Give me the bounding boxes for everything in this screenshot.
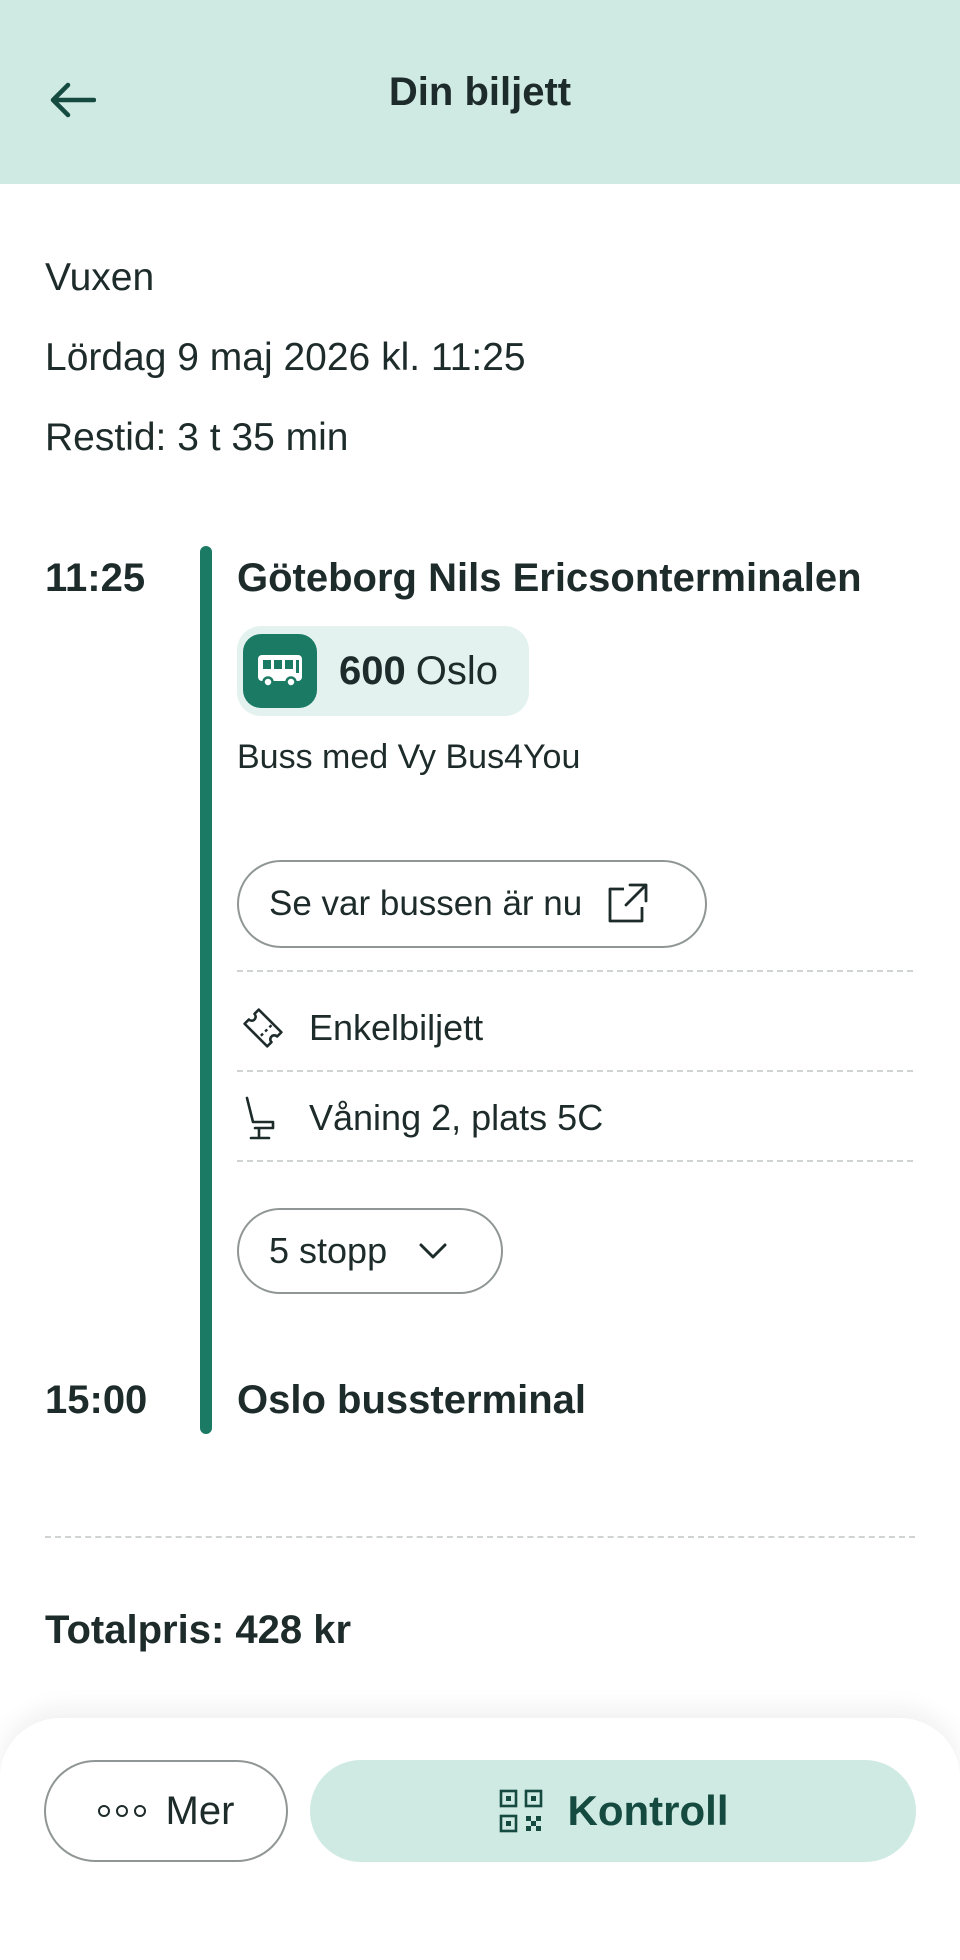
seat-row: Våning 2, plats 5C — [237, 1088, 603, 1148]
journey-timeline — [200, 546, 212, 1434]
ticket-type-row: Enkelbiljett — [237, 998, 483, 1058]
line-number: 600 — [339, 648, 406, 693]
arrival-time: 15:00 — [45, 1378, 148, 1422]
page-title: Din biljett — [388, 70, 572, 114]
operator-text: Buss med Vy Bus4You — [237, 738, 581, 776]
more-button[interactable]: Mer — [44, 1760, 288, 1862]
departure-stop: Göteborg Nils Ericsonterminalen — [237, 556, 862, 600]
line-chip: 600 Oslo — [237, 626, 529, 716]
external-link-icon — [604, 881, 650, 927]
chevron-down-icon — [417, 1240, 449, 1262]
live-location-button[interactable]: Se var bussen är nu — [237, 860, 707, 948]
top-app-bar: Din biljett — [0, 0, 960, 184]
line-destination: Oslo — [415, 648, 498, 693]
total-price: Totalpris: 428 kr — [45, 1608, 352, 1652]
arrival-stop: Oslo bussterminal — [237, 1378, 586, 1422]
live-location-label: Se var bussen är nu — [269, 884, 583, 923]
seat-label: Våning 2, plats 5C — [309, 1097, 604, 1138]
divider — [237, 1160, 913, 1162]
passenger-type: Vuxen — [45, 256, 155, 299]
travel-duration: Restid: 3 t 35 min — [45, 416, 349, 459]
divider — [237, 970, 913, 972]
ticket-type-label: Enkelbiljett — [309, 1007, 484, 1048]
qr-code-icon — [498, 1788, 544, 1834]
control-button[interactable]: Kontroll — [310, 1760, 916, 1862]
stops-label: 5 stopp — [269, 1230, 388, 1271]
stops-toggle-button[interactable]: 5 stopp — [237, 1208, 503, 1294]
bus-icon — [243, 634, 317, 708]
more-dots-icon — [97, 1805, 146, 1817]
divider — [45, 1536, 915, 1538]
control-label: Kontroll — [567, 1787, 729, 1834]
departure-time: 11:25 — [45, 556, 146, 600]
ticket-icon — [237, 1002, 293, 1054]
more-label: Mer — [165, 1788, 235, 1833]
departure-date-time: Lördag 9 maj 2026 kl. 11:25 — [45, 336, 526, 379]
seat-icon — [237, 1092, 293, 1144]
divider — [237, 1070, 913, 1072]
